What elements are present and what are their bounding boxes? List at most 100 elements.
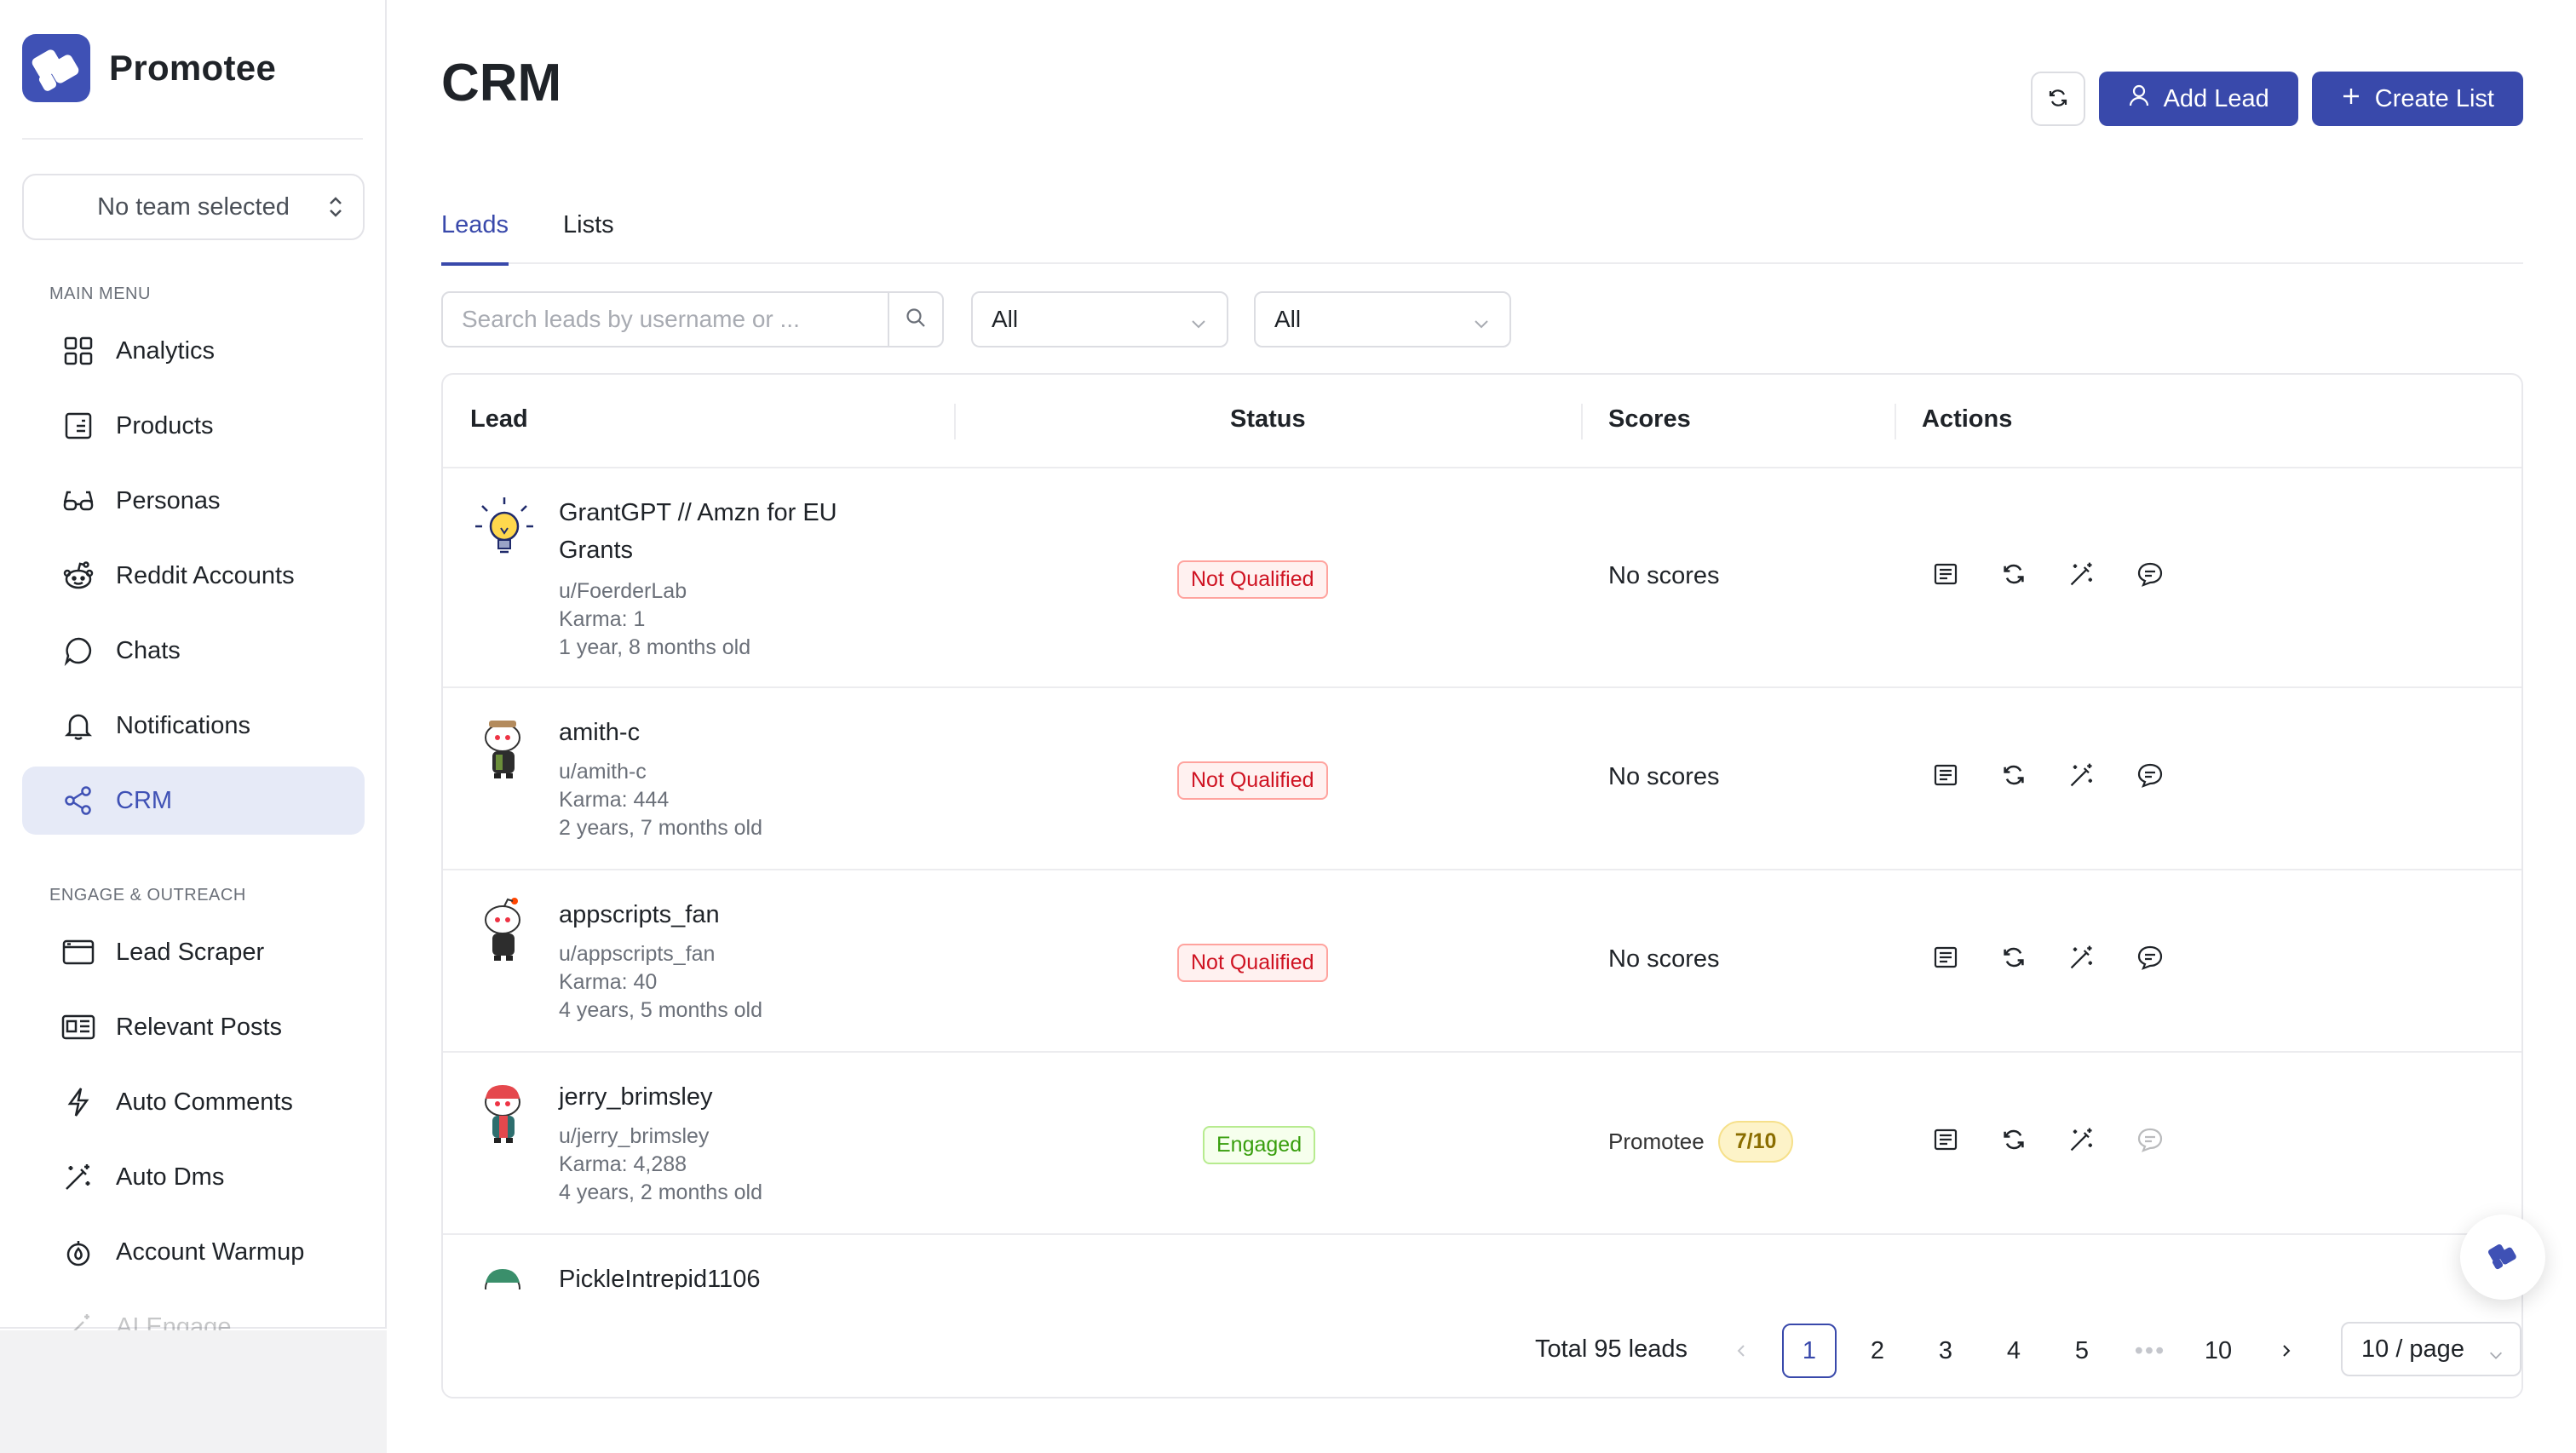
sidebar-footer-area (0, 1330, 387, 1453)
lead-meta: u/FoerderLab Karma: 1 1 year, 8 months o… (559, 577, 750, 662)
sync-icon[interactable] (1998, 1124, 2029, 1155)
search-input[interactable] (443, 293, 888, 346)
filter-select-1[interactable]: All (971, 291, 1228, 347)
notes-icon[interactable] (1930, 760, 1961, 790)
status-badge: Engaged (1203, 1126, 1316, 1164)
lead-karma: Karma: 1 (559, 607, 646, 631)
magic-wand-icon[interactable] (2067, 1124, 2097, 1155)
score-chip: Promotee 7/10 (1608, 1121, 1794, 1163)
table-row[interactable]: GrantGPT // Amzn for EU Grants u/Foerder… (443, 468, 2521, 688)
magic-wand-icon[interactable] (2067, 942, 2097, 973)
search-button[interactable] (888, 293, 942, 346)
add-lead-button[interactable]: Add Lead (2098, 72, 2298, 126)
sync-icon[interactable] (1998, 559, 2029, 589)
browser-icon (61, 935, 95, 969)
refresh-button[interactable] (2030, 72, 2085, 126)
next-page-button[interactable] (2259, 1324, 2314, 1378)
sidebar-item-products[interactable]: Products (22, 392, 365, 460)
row-actions (1930, 559, 2165, 589)
lead-age: 1 year, 8 months old (559, 635, 751, 659)
message-icon[interactable] (2135, 760, 2165, 790)
sidebar-item-chats[interactable]: Chats (22, 617, 365, 685)
page-size-select[interactable]: 10 / page (2341, 1322, 2521, 1376)
page-ellipsis[interactable]: ••• (2123, 1324, 2177, 1378)
status-badge: Not Qualified (1177, 944, 1328, 982)
lead-karma: Karma: 4,288 (559, 1152, 687, 1176)
table-body: GrantGPT // Amzn for EU Grants u/Foerder… (443, 468, 2521, 1289)
sidebar-item-reddit-accounts[interactable]: Reddit Accounts (22, 542, 365, 610)
lead-name[interactable]: PickleIntrepid1106 (559, 1261, 900, 1289)
page-3-button[interactable]: 3 (1918, 1324, 1973, 1378)
notes-icon[interactable] (1930, 1124, 1961, 1155)
lead-username: u/amith-c (559, 760, 647, 784)
team-select[interactable]: No team selected (22, 174, 365, 240)
magic-wand-icon[interactable] (2067, 559, 2097, 589)
brand[interactable]: Promotee (22, 34, 276, 102)
sidebar-divider (22, 138, 363, 140)
page-size-value: 10 / page (2361, 1335, 2464, 1363)
page-1-button[interactable]: 1 (1782, 1324, 1837, 1378)
lead-age: 4 years, 2 months old (559, 1180, 763, 1204)
section-label-engage: ENGAGE & OUTREACH (49, 886, 246, 905)
page-5-button[interactable]: 5 (2055, 1324, 2109, 1378)
column-header-scores: Scores (1608, 405, 1691, 433)
scores-cell: Promotee 7/10 (1608, 1121, 1794, 1163)
message-icon[interactable] (2135, 1124, 2165, 1155)
filter-select-1-value: All (992, 306, 1019, 332)
notes-icon[interactable] (1930, 559, 1961, 589)
status-badge: Not Qualified (1177, 560, 1328, 599)
table-row[interactable]: PickleIntrepid1106 (443, 1235, 2521, 1289)
tab-leads[interactable]: Leads (441, 192, 509, 266)
refresh-icon (2047, 87, 2069, 112)
lead-name[interactable]: appscripts_fan (559, 896, 900, 933)
flame-icon (61, 1235, 95, 1269)
chevron-updown-icon (327, 194, 344, 220)
sidebar-item-personas[interactable]: Personas (22, 467, 365, 535)
score-value: 7/10 (1717, 1121, 1794, 1163)
magic-wand-icon[interactable] (2067, 760, 2097, 790)
page-4-button[interactable]: 4 (1987, 1324, 2041, 1378)
sidebar-item-account-warmup[interactable]: Account Warmup (22, 1218, 365, 1286)
table-row[interactable]: appscripts_fan u/appscripts_fan Karma: 4… (443, 870, 2521, 1053)
page-2-button[interactable]: 2 (1850, 1324, 1905, 1378)
message-icon[interactable] (2135, 942, 2165, 973)
lead-name[interactable]: jerry_brimsley (559, 1078, 900, 1116)
column-separator (1581, 404, 1583, 439)
filter-select-2[interactable]: All (1254, 291, 1511, 347)
snoo-hat-avatar-icon (470, 714, 538, 782)
sidebar-item-label: Auto Comments (116, 1088, 293, 1116)
sync-icon[interactable] (1998, 760, 2029, 790)
page-10-button[interactable]: 10 (2191, 1324, 2245, 1378)
tab-bar: Leads Lists (441, 192, 2523, 266)
brand-name: Promotee (109, 48, 277, 88)
lead-name[interactable]: GrantGPT // Amzn for EU Grants (559, 494, 900, 569)
product-icon (61, 409, 95, 443)
row-actions (1930, 942, 2165, 973)
sidebar-item-notifications[interactable]: Notifications (22, 692, 365, 760)
sidebar-item-analytics[interactable]: Analytics (22, 317, 365, 385)
tab-lists[interactable]: Lists (563, 192, 614, 264)
sidebar-item-label: Products (116, 411, 214, 439)
table-row[interactable]: amith-c u/amith-c Karma: 444 2 years, 7 … (443, 688, 2521, 870)
sidebar-item-relevant-posts[interactable]: Relevant Posts (22, 993, 365, 1061)
support-chat-button[interactable] (2460, 1215, 2545, 1300)
sidebar-item-crm[interactable]: CRM (22, 767, 365, 835)
header-actions: Add Lead Create List (2030, 72, 2523, 126)
sidebar-item-auto-dms[interactable]: Auto Dms (22, 1143, 365, 1211)
table-header: Lead Status Scores Actions (443, 375, 2521, 468)
notes-icon[interactable] (1930, 942, 1961, 973)
add-lead-label: Add Lead (2163, 84, 2269, 112)
sync-icon[interactable] (1998, 942, 2029, 973)
bell-icon (61, 709, 95, 743)
lead-username: u/FoerderLab (559, 579, 687, 603)
prev-page-button[interactable] (1714, 1324, 1768, 1378)
lead-name[interactable]: amith-c (559, 714, 900, 751)
sidebar-item-lead-scraper[interactable]: Lead Scraper (22, 918, 365, 986)
create-list-button[interactable]: Create List (2311, 72, 2523, 126)
sidebar-item-label: Account Warmup (116, 1238, 305, 1266)
sidebar-item-label: Auto Dms (116, 1163, 225, 1191)
glasses-icon (61, 484, 95, 518)
table-row[interactable]: jerry_brimsley u/jerry_brimsley Karma: 4… (443, 1053, 2521, 1235)
sidebar-item-auto-comments[interactable]: Auto Comments (22, 1068, 365, 1136)
message-icon[interactable] (2135, 559, 2165, 589)
